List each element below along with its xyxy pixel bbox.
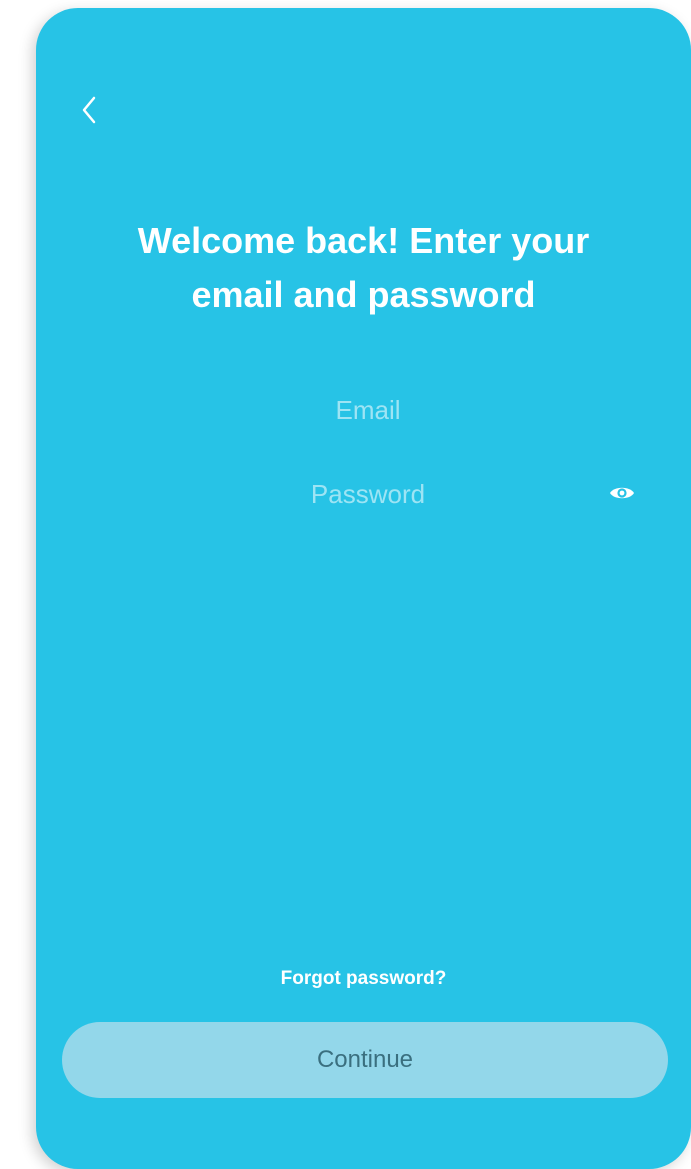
back-button[interactable] — [70, 88, 110, 132]
title-line-1: Welcome back! Enter your — [137, 220, 590, 261]
chevron-left-icon — [82, 96, 96, 124]
page-title: Welcome back! Enter your email and passw… — [66, 214, 661, 322]
toggle-password-visibility-button[interactable] — [606, 480, 638, 506]
title-line-2: email and password — [191, 274, 536, 315]
continue-button[interactable]: Continue — [62, 1022, 668, 1098]
eye-icon — [610, 487, 634, 499]
password-field[interactable] — [76, 468, 660, 520]
login-screen: Welcome back! Enter your email and passw… — [36, 8, 691, 1169]
email-field[interactable] — [76, 384, 660, 436]
forgot-password-link[interactable]: Forgot password? — [36, 968, 691, 990]
